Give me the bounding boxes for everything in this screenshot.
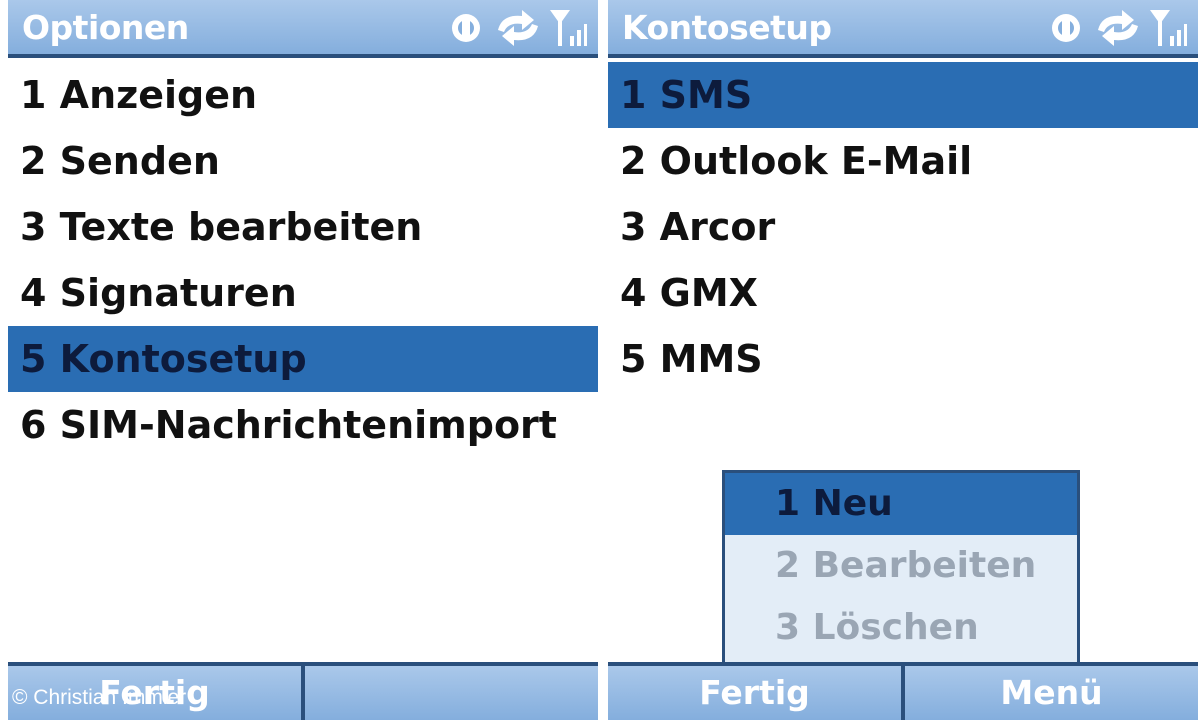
title-bar: Optionen [8, 0, 598, 58]
sync-globe-icon [1052, 14, 1080, 42]
right-softkey-menu[interactable]: Menü [901, 666, 1198, 720]
signal-strength-icon [550, 10, 587, 46]
menu-item-anzeigen[interactable]: 1 Anzeigen [8, 62, 598, 128]
connection-arrows-icon [498, 10, 538, 46]
left-softkey-fertig[interactable]: Fertig [608, 666, 901, 720]
signal-strength-icon [1150, 10, 1187, 46]
account-item-outlook-email[interactable]: 2 Outlook E-Mail [608, 128, 1198, 194]
copyright-watermark: © Christian Immler [12, 686, 187, 709]
menu-item-senden[interactable]: 2 Senden [8, 128, 598, 194]
popup-item-neu[interactable]: 1 Neu [725, 473, 1077, 535]
options-screen: Optionen 1 Anzeigen 2 Senden 3 Texte bea… [8, 0, 598, 720]
softkey-bar: Fertig Menü [608, 662, 1198, 720]
account-item-mms[interactable]: 5 MMS [608, 326, 1198, 392]
sync-globe-icon [452, 14, 480, 42]
screen-title: Kontosetup [622, 8, 832, 47]
connection-arrows-icon [1098, 10, 1138, 46]
account-item-arcor[interactable]: 3 Arcor [608, 194, 1198, 260]
account-menu: 1 SMS 2 Outlook E-Mail 3 Arcor 4 GMX 5 M… [608, 62, 1198, 392]
status-icons [444, 6, 588, 50]
context-popup-menu: 1 Neu 2 Bearbeiten 3 Löschen [722, 470, 1080, 666]
menu-item-signaturen[interactable]: 4 Signaturen [8, 260, 598, 326]
kontosetup-screen: Kontosetup 1 SMS 2 Outlook E-Mail 3 Arco… [608, 0, 1198, 720]
options-menu: 1 Anzeigen 2 Senden 3 Texte bearbeiten 4… [8, 62, 598, 458]
right-softkey[interactable] [301, 666, 598, 720]
menu-item-sim-import[interactable]: 6 SIM-Nachrichtenimport [8, 392, 598, 458]
title-bar: Kontosetup [608, 0, 1198, 58]
status-icons [1044, 6, 1188, 50]
account-item-sms[interactable]: 1 SMS [608, 62, 1198, 128]
popup-item-loeschen[interactable]: 3 Löschen [725, 597, 1077, 659]
menu-item-kontosetup[interactable]: 5 Kontosetup [8, 326, 598, 392]
popup-item-bearbeiten[interactable]: 2 Bearbeiten [725, 535, 1077, 597]
menu-item-texte-bearbeiten[interactable]: 3 Texte bearbeiten [8, 194, 598, 260]
account-item-gmx[interactable]: 4 GMX [608, 260, 1198, 326]
screen-title: Optionen [22, 8, 189, 47]
